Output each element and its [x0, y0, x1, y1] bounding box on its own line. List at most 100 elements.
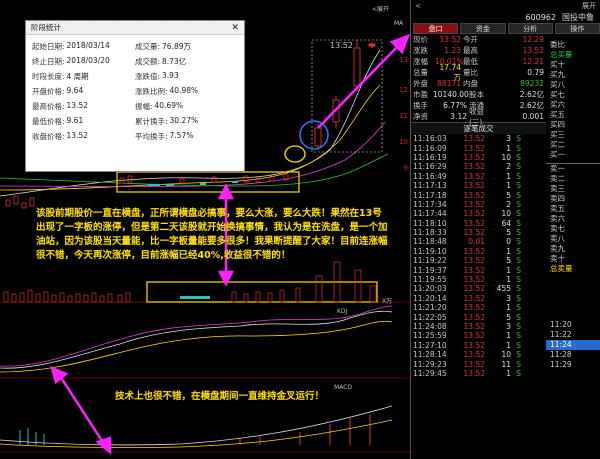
quote-value: 12.21 [522, 57, 544, 66]
tick-row[interactable]: 11:16:03 13.52 3 S [413, 134, 546, 143]
stock-name: 国投中鲁 [562, 13, 594, 22]
tick-row[interactable]: 11:16:19 13.52 10 S [413, 153, 546, 162]
stat-value: 13.52 [66, 131, 89, 140]
expand-panel-button[interactable]: 展开 [582, 1, 596, 11]
time-item[interactable]: 11:28 [546, 350, 600, 360]
tick-row[interactable]: 11:17:34 13.52 2 S [413, 200, 546, 209]
tick-row[interactable]: 11:24:08 13.52 3 S [413, 322, 546, 331]
quote-value: 1.23 [444, 46, 461, 55]
quote-table: 现价 13.52 今开 12.29 涨跌 1.23 最高 13.52 涨幅 10.01% 最低 12.… [411, 34, 546, 89]
stat-key: 起始日期: [32, 42, 65, 51]
quote-row: 涨幅 10.01% 最低 12.21 [411, 56, 546, 67]
tick-volume: 10 [501, 209, 511, 219]
quote-key: 内盘 [463, 79, 478, 88]
tick-price: 13.52 [463, 256, 485, 266]
popup-header: 阶段统计 ✕ [26, 21, 244, 35]
tick-price: 13.52 [463, 134, 485, 144]
time-item[interactable]: 11:22 [546, 330, 600, 340]
tick-volume: 1 [506, 368, 511, 378]
expand-button[interactable]: <展开 [372, 4, 389, 13]
tick-row[interactable]: 11:18:10 13.52 64 S [413, 219, 546, 228]
book-bid-label: 买二 [550, 140, 565, 149]
phase-stats-popup[interactable]: 阶段统计 ✕ 起始日期: 2018/03/14 成交量: 76.89万 终止日期: 201… [25, 20, 245, 172]
tick-row[interactable]: 11:16:29 13.52 2 S [413, 162, 546, 171]
book-ask-label: 卖三 [550, 184, 565, 193]
popup-stats-grid: 起始日期: 2018/03/14 成交量: 76.89万 终止日期: 2018/03/20… [26, 35, 244, 142]
book-ask-label: 总卖量 [550, 264, 573, 273]
stat-value: 2018/03/20 [66, 56, 110, 65]
tick-row[interactable]: 11:19:22 13.52 5 S [413, 256, 546, 265]
time-item[interactable]: 11:29 [546, 360, 600, 370]
tick-row[interactable]: 11:17:13 13.52 1 S [413, 181, 546, 190]
stat-value: 9.61 [66, 116, 84, 125]
popup-title: 阶段统计 [31, 23, 61, 32]
tick-time: 11:17:18 [413, 190, 447, 200]
tick-row[interactable]: 11:21:20 13.52 1 S [413, 303, 546, 312]
stock-title: 600962 国投中鲁 [411, 12, 600, 23]
quote-row: 外盘 88171 内盘 89232 [411, 78, 546, 89]
fund-key: 换手 [413, 101, 428, 110]
tick-row[interactable]: 11:17:44 13.52 10 S [413, 209, 546, 218]
tick-row[interactable]: 11:19:10 13.52 1 S [413, 247, 546, 256]
tick-side: S [516, 303, 521, 313]
tick-row[interactable]: 11:22:05 13.52 5 S [413, 312, 546, 322]
stat-key: 累计换手: [135, 117, 168, 126]
tick-volume: 3 [506, 134, 511, 144]
tick-row[interactable]: 11:29:45 13.52 1 S [413, 369, 546, 378]
tick-row[interactable]: 11:20:14 13.52 3 S [413, 294, 546, 303]
tab-0[interactable]: 盘口 [413, 23, 459, 34]
peak-label: 13.52 [330, 41, 353, 50]
tick-row[interactable]: 11:29:23 13.52 11 S [413, 359, 546, 369]
time-list[interactable]: 11:20 11:22 11:24 11:28 11:29 [546, 320, 600, 370]
tick-row[interactable]: 11:16:49 13.52 1 S [413, 172, 546, 181]
tick-time: 11:18:48 [413, 237, 447, 247]
time-item[interactable]: 11:20 [546, 320, 600, 330]
fund-value: 6.77% [443, 101, 467, 110]
tick-price: 13.52 [463, 275, 485, 285]
tick-time: 11:16:09 [413, 143, 447, 153]
tick-row[interactable]: 11:20:03 13.52 455 S [413, 284, 546, 293]
close-icon[interactable]: ✕ [231, 23, 239, 33]
ticks-list[interactable]: 11:16:03 13.52 3 S 11:16:09 13.52 1 S 11:16:19 13… [411, 134, 546, 378]
tab-1[interactable]: 资金 [460, 23, 506, 34]
fund-key: 市盈 [413, 90, 428, 99]
stat-value: 13.52 [66, 101, 89, 110]
tab-3[interactable]: 操作 [554, 23, 600, 34]
tick-price: 13.52 [463, 331, 485, 341]
tick-row[interactable]: 11:19:55 13.52 1 S [413, 275, 546, 284]
fund-value: 2.62亿 [519, 90, 544, 99]
tick-volume: 3 [506, 322, 511, 331]
collapse-button[interactable]: < [415, 2, 421, 10]
fund-key: 股本 [469, 90, 484, 99]
tick-volume: 64 [501, 218, 511, 228]
tick-row[interactable]: 11:27:10 13.52 1 S [413, 341, 546, 350]
tick-time: 11:24:08 [413, 322, 447, 331]
quote-value: 0.79 [527, 68, 544, 77]
stat-item: 振幅: 40.69% [135, 101, 238, 112]
book-bid-label: 买九 [550, 70, 565, 79]
tab-2[interactable]: 分析 [507, 23, 553, 34]
panel-tabs: 盘口 资金 分析 操作 [411, 23, 600, 34]
book-bid-label: 买八 [550, 80, 565, 89]
quote-key: 今开 [463, 35, 478, 44]
tick-row[interactable]: 11:16:09 13.52 1 S [413, 143, 546, 153]
tick-row[interactable]: 11:17:18 13.52 5 S [413, 190, 546, 200]
book-bid-label: 买五 [550, 110, 565, 119]
tick-side: S [516, 275, 521, 285]
tick-volume: 2 [506, 199, 511, 209]
tick-row[interactable]: 11:28:14 13.52 10 S [413, 350, 546, 359]
tick-time: 11:16:19 [413, 152, 447, 162]
stat-key: 涨跌比例: [135, 87, 168, 96]
tick-time: 11:20:03 [413, 284, 447, 294]
tick-row[interactable]: 11:18:48 0.01 0 S [413, 237, 546, 246]
stat-key: 收盘价格: [32, 132, 65, 141]
tick-row[interactable]: 11:18:33 13.52 5 S [413, 228, 546, 237]
quote-key: 量比 [463, 68, 478, 77]
tick-side: S [516, 265, 521, 275]
tick-price: 13.52 [463, 199, 485, 209]
tick-row[interactable]: 11:19:37 13.52 1 S [413, 265, 546, 275]
tick-row[interactable]: 11:25:59 13.52 1 S [413, 331, 546, 340]
tick-volume: 455 [496, 284, 511, 294]
fund-value: 10140.00 [433, 90, 469, 99]
time-item[interactable]: 11:24 [546, 340, 600, 350]
